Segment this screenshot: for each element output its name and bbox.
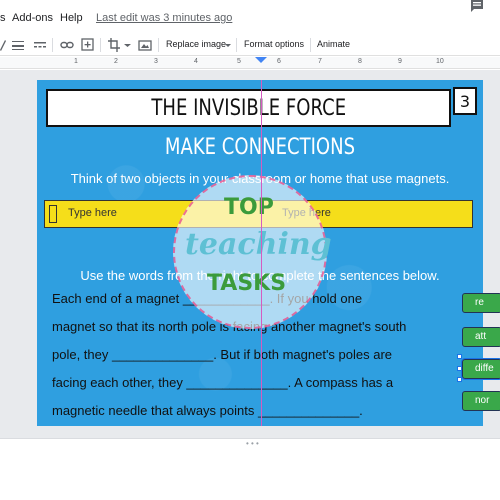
comment-icon[interactable] [470, 0, 484, 12]
word-chip-different[interactable]: diffe [461, 358, 500, 380]
slide-title: THE INVISIBLE FORCE [151, 95, 346, 121]
crop-icon[interactable] [108, 38, 120, 52]
ruler-number: 3 [154, 58, 158, 65]
ruler-number: 6 [277, 58, 281, 65]
toolbar-divider [52, 38, 53, 52]
border-dash-icon[interactable] [34, 38, 46, 52]
replace-image-button[interactable]: Replace image [166, 39, 226, 49]
toolbar-divider [100, 38, 101, 52]
ruler-number: 8 [358, 58, 362, 65]
selection-handle[interactable] [457, 366, 462, 371]
watermark-text-tasks: TASKS [207, 271, 287, 296]
menu-item-add-ons[interactable]: Add-ons [12, 12, 53, 24]
drag-handle-icon[interactable] [49, 205, 57, 223]
selection-handle[interactable] [457, 354, 462, 359]
pen-icon[interactable] [0, 38, 6, 52]
toolbar-divider [310, 38, 311, 52]
border-weight-icon[interactable] [12, 38, 24, 52]
reset-image-icon[interactable] [138, 38, 152, 52]
last-edit-link[interactable]: Last edit was 3 minutes ago [96, 12, 232, 24]
slide-subtitle: MAKE CONNECTIONS [164, 135, 356, 160]
ruler-number: 7 [318, 58, 322, 65]
menu-item-help[interactable]: Help [60, 12, 83, 24]
ruler-number: 5 [237, 58, 241, 65]
ruler-number: 10 [436, 58, 444, 65]
crop-dropdown-icon[interactable] [124, 38, 131, 52]
format-options-button[interactable]: Format options [244, 39, 304, 49]
toolbar-divider [158, 38, 159, 52]
page-number: 3 [459, 91, 471, 111]
indent-marker-icon[interactable] [255, 57, 267, 64]
replace-image-dropdown-icon[interactable] [225, 38, 231, 52]
toolbar-divider [236, 38, 237, 52]
toolbar: Replace image Format options Animate [0, 34, 500, 56]
ruler-number: 2 [114, 58, 118, 65]
animate-button[interactable]: Animate [317, 39, 350, 49]
sentence-line[interactable]: facing each other, they ______________. … [52, 375, 393, 390]
answer-input-left[interactable]: Type here [68, 207, 117, 219]
panel-resize-handle[interactable]: • • • [246, 439, 259, 448]
center-guide-line [261, 80, 262, 426]
watermark-text-teaching: teaching [185, 227, 332, 262]
menu-item-tools[interactable]: s [0, 12, 6, 24]
sentence-line[interactable]: magnetic needle that always points _____… [52, 403, 363, 418]
watermark-text-top: TOP [224, 195, 274, 220]
ruler-number: 1 [74, 58, 78, 65]
link-icon[interactable] [60, 38, 74, 52]
word-chip-attract[interactable]: att [462, 327, 500, 347]
insert-comment-icon[interactable] [81, 38, 94, 52]
horizontal-ruler[interactable]: 1 2 3 4 5 6 7 8 9 10 [0, 57, 500, 69]
page-number-box: 3 [453, 87, 477, 115]
ruler-number: 9 [398, 58, 402, 65]
menu-bar: s Add-ons Help Last edit was 3 minutes a… [0, 0, 500, 34]
title-box[interactable]: THE INVISIBLE FORCE [46, 89, 451, 127]
sentence-line[interactable]: pole, they ______________. But if both m… [52, 347, 392, 362]
selection-handle[interactable] [457, 377, 462, 382]
word-chip-north[interactable]: nor [462, 391, 500, 411]
ruler-number: 4 [194, 58, 198, 65]
word-chip-repel[interactable]: re [462, 293, 500, 313]
